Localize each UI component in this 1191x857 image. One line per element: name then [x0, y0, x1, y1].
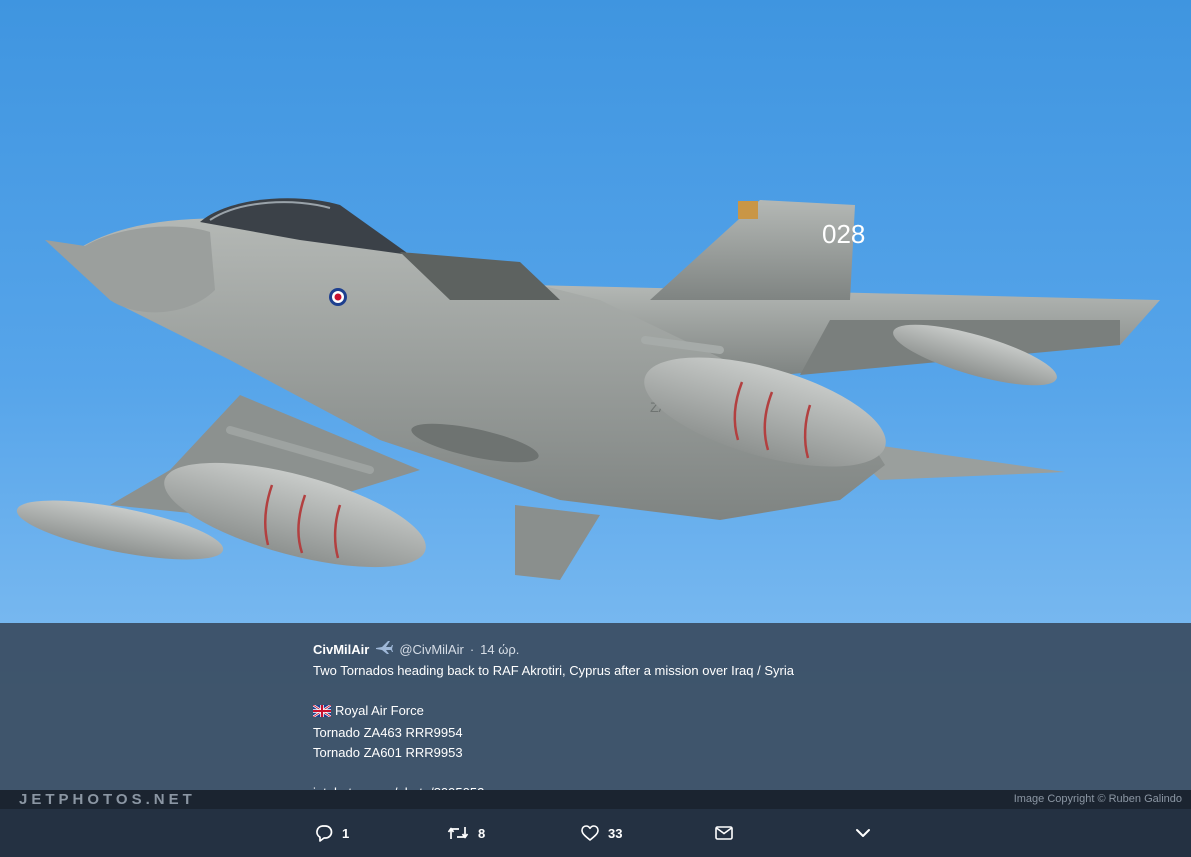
like-button[interactable]: 33 [581, 809, 622, 857]
tail-number: 028 [822, 219, 865, 249]
heart-icon [581, 825, 599, 841]
reply-count: 1 [342, 825, 350, 841]
tweet-header: CivMilAir @CivMilAir · 14 ώρ. [313, 639, 794, 661]
timestamp[interactable]: 14 ώρ. [480, 640, 519, 660]
jetphotos-logo: JETPHOTOS.NET [19, 791, 196, 808]
airplane-emoji-icon [375, 639, 394, 661]
tweet-text-line: Tornado ZA463 RRR9954 [313, 725, 463, 740]
tweet-text-line: Tornado ZA601 RRR9953 [313, 745, 463, 760]
tweet-text-line: Royal Air Force [312, 701, 794, 723]
reply-button[interactable]: 1 [315, 809, 349, 857]
more-options-button[interactable] [855, 809, 871, 857]
separator-dot: · [469, 642, 475, 657]
reply-icon [315, 824, 333, 842]
image-copyright: Image Copyright © Ruben Galindo [1013, 793, 1182, 805]
tweet: CivMilAir @CivMilAir · 14 ώρ. Two Tornad… [312, 639, 794, 803]
user-handle[interactable]: @CivMilAir [399, 640, 463, 660]
retweet-button[interactable]: 8 [447, 809, 485, 857]
envelope-icon [715, 826, 733, 840]
tweet-text-royal-air-force: Royal Air Force [335, 703, 424, 718]
retweet-count: 8 [478, 825, 486, 841]
uk-flag-icon [312, 703, 332, 723]
tweet-action-bar: 1 8 33 [0, 809, 1191, 857]
display-name[interactable]: CivMilAir [313, 640, 369, 660]
chevron-down-icon [855, 828, 871, 838]
retweet-icon [447, 825, 469, 841]
photo-watermark-bar: JETPHOTOS.NET Image Copyright © Ruben Ga… [0, 790, 1191, 809]
like-count: 33 [608, 825, 623, 841]
tweet-caption-overlay: CivMilAir @CivMilAir · 14 ώρ. Two Tornad… [0, 623, 1191, 800]
tweet-text-line: Two Tornados heading back to RAF Akrotir… [313, 663, 794, 678]
direct-message-button[interactable] [715, 809, 733, 857]
